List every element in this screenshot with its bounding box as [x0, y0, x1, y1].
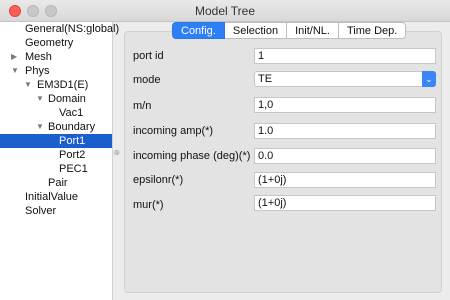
title-bar: Model Tree [0, 0, 450, 22]
model-tree-window: Model Tree General(NS:global) Geometry ▶… [0, 0, 450, 300]
tree-item-phys[interactable]: ▼ Phys [0, 64, 112, 78]
tree-item-mesh[interactable]: ▶ Mesh [0, 50, 112, 64]
tab-time-dep[interactable]: Time Dep. [338, 22, 407, 39]
tab-bar: Config. Selection Init/NL. Time Dep. [172, 22, 407, 39]
tab-config[interactable]: Config. [172, 22, 225, 39]
tree-item-label: Phys [25, 65, 50, 77]
tab-selection[interactable]: Selection [224, 22, 288, 39]
model-tree: General(NS:global) Geometry ▶ Mesh ▼ Phy… [0, 22, 119, 300]
incoming-phase-label: incoming phase (deg)(*) [133, 150, 251, 162]
incoming-amp-label: incoming amp(*) [133, 125, 214, 137]
tree-item-port2[interactable]: Port2 [0, 148, 112, 162]
tree-item-label: InitialValue [25, 191, 78, 203]
mode-select-value: TE [258, 73, 273, 85]
mode-select[interactable]: TE ⌄ [254, 71, 436, 87]
tree-item-label: Vac1 [59, 107, 84, 119]
tree-item-domain[interactable]: ▼ Domain [0, 92, 112, 106]
epsilonr-label: epsilonr(*) [133, 174, 184, 186]
tree-item-pec1[interactable]: PEC1 [0, 162, 112, 176]
tree-item-label: General(NS:global) [25, 23, 120, 35]
tree-item-boundary[interactable]: ▼ Boundary [0, 120, 112, 134]
tree-item-label: Geometry [25, 37, 74, 49]
incoming-amp-field[interactable]: 1.0 [254, 123, 436, 139]
mn-label: m/n [133, 100, 152, 112]
chevron-updown-icon[interactable]: ⌄ [422, 71, 436, 87]
port-id-label: port id [133, 50, 164, 62]
tree-item-label: Port2 [59, 149, 86, 161]
disclosure-right-icon[interactable]: ▶ [11, 50, 17, 64]
mn-field[interactable]: 1,0 [254, 97, 436, 113]
tree-item-pair[interactable]: Pair [0, 176, 112, 190]
tree-item-label: Solver [25, 205, 57, 217]
tree-item-label: Mesh [25, 51, 52, 63]
tree-item-label: Boundary [48, 121, 96, 133]
tree-item-solver[interactable]: Solver [0, 204, 112, 218]
tree-item-label: Domain [48, 93, 86, 105]
window-title: Model Tree [194, 4, 256, 18]
tree-item-initialvalue[interactable]: InitialValue [0, 190, 112, 204]
disclosure-down-icon[interactable]: ▼ [36, 92, 44, 106]
mur-field[interactable]: (1+0j) [254, 195, 436, 211]
tree-item-label: Pair [48, 177, 68, 189]
tree-item-general[interactable]: General(NS:global) [0, 22, 119, 36]
tree-item-port1[interactable]: Port1 [0, 134, 112, 148]
splitter-grip-icon[interactable]: ⦾ [114, 150, 120, 158]
mode-label: mode [133, 74, 161, 86]
epsilonr-field[interactable]: (1+0j) [254, 172, 436, 188]
disclosure-down-icon[interactable]: ▼ [11, 64, 19, 78]
tree-item-label: Port1 [59, 135, 86, 147]
port-id-field[interactable]: 1 [254, 48, 436, 64]
tab-init-nl[interactable]: Init/NL. [287, 22, 339, 39]
mur-label: mur(*) [133, 199, 164, 211]
tree-item-vac1[interactable]: Vac1 [0, 106, 112, 120]
tree-item-em3d1[interactable]: ▼ EM3D1(E) [0, 78, 112, 92]
incoming-phase-field[interactable]: 0.0 [254, 148, 436, 164]
disclosure-down-icon[interactable]: ▼ [24, 78, 32, 92]
tree-item-geometry[interactable]: Geometry [0, 36, 112, 50]
disclosure-down-icon[interactable]: ▼ [36, 120, 44, 134]
tree-item-label: PEC1 [59, 163, 88, 175]
tree-item-label: EM3D1(E) [37, 79, 89, 91]
